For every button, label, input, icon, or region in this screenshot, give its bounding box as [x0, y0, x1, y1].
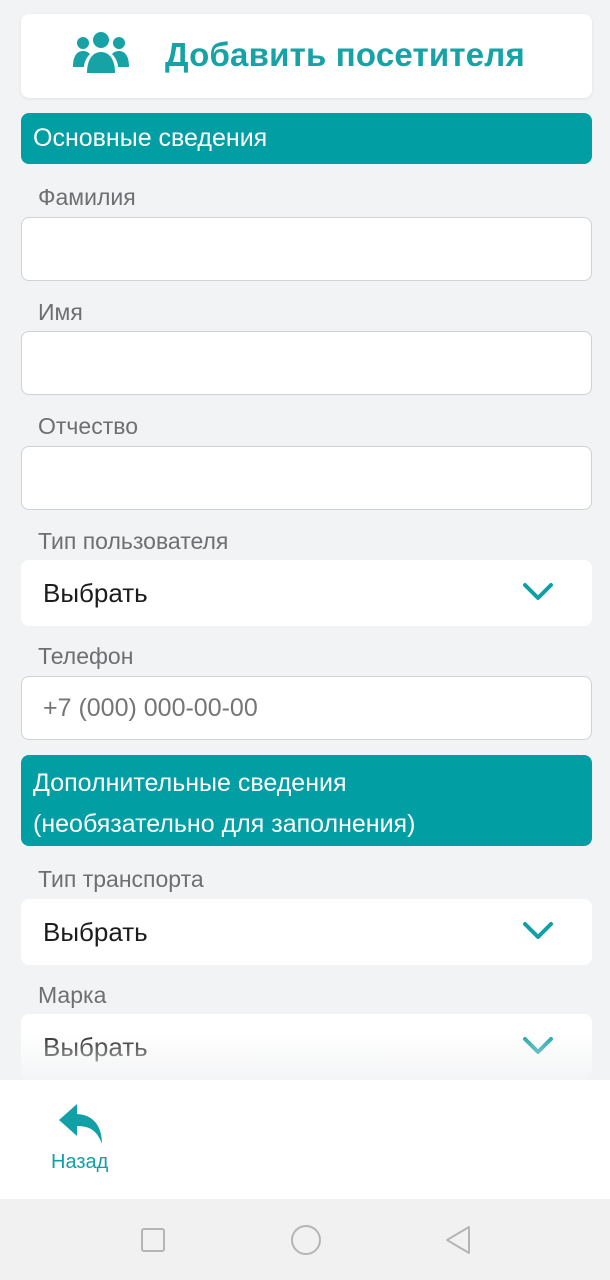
users-icon [73, 32, 129, 73]
chevron-down-icon [523, 1037, 553, 1054]
back-button[interactable]: Назад [46, 1098, 118, 1178]
section-subtitle: (необязательно для заполнения) [33, 810, 416, 838]
transport-type-value: Выбрать [43, 917, 148, 947]
recent-apps-icon[interactable] [136, 1223, 170, 1257]
phone-label: Телефон [38, 643, 134, 669]
section-title: Основные сведения [33, 124, 268, 152]
section-main-info: Основные сведения [21, 113, 592, 164]
transport-type-label: Тип транспорта [38, 866, 204, 892]
phone-field[interactable] [21, 676, 592, 740]
page-title: Добавить посетителя [165, 36, 525, 73]
brand-select[interactable]: Выбрать [21, 1014, 592, 1080]
system-nav-bar [0, 1199, 610, 1280]
brand-value: Выбрать [43, 1032, 148, 1062]
user-type-label: Тип пользователя [38, 528, 229, 554]
middlename-field[interactable] [21, 446, 592, 510]
firstname-label: Имя [38, 299, 83, 325]
back-label: Назад [51, 1151, 109, 1173]
header-card: Добавить посетителя [21, 14, 592, 98]
home-icon[interactable] [289, 1223, 323, 1257]
lastname-label: Фамилия [38, 184, 136, 210]
brand-label: Марка [38, 982, 107, 1008]
user-type-value: Выбрать [43, 578, 148, 608]
user-type-select[interactable]: Выбрать [21, 560, 592, 626]
section-title: Дополнительные сведения [33, 769, 347, 797]
section-extra-info: Дополнительные сведения (необязательно д… [21, 755, 592, 846]
bottom-action-bar: Назад [0, 1080, 610, 1199]
chevron-down-icon [523, 583, 553, 600]
transport-type-select[interactable]: Выбрать [21, 899, 592, 965]
middlename-label: Отчество [38, 413, 138, 439]
lastname-field[interactable] [21, 217, 592, 281]
back-triangle-icon[interactable] [442, 1223, 476, 1257]
firstname-field[interactable] [21, 331, 592, 395]
chevron-down-icon [523, 922, 553, 939]
reply-arrow-icon [59, 1104, 102, 1144]
